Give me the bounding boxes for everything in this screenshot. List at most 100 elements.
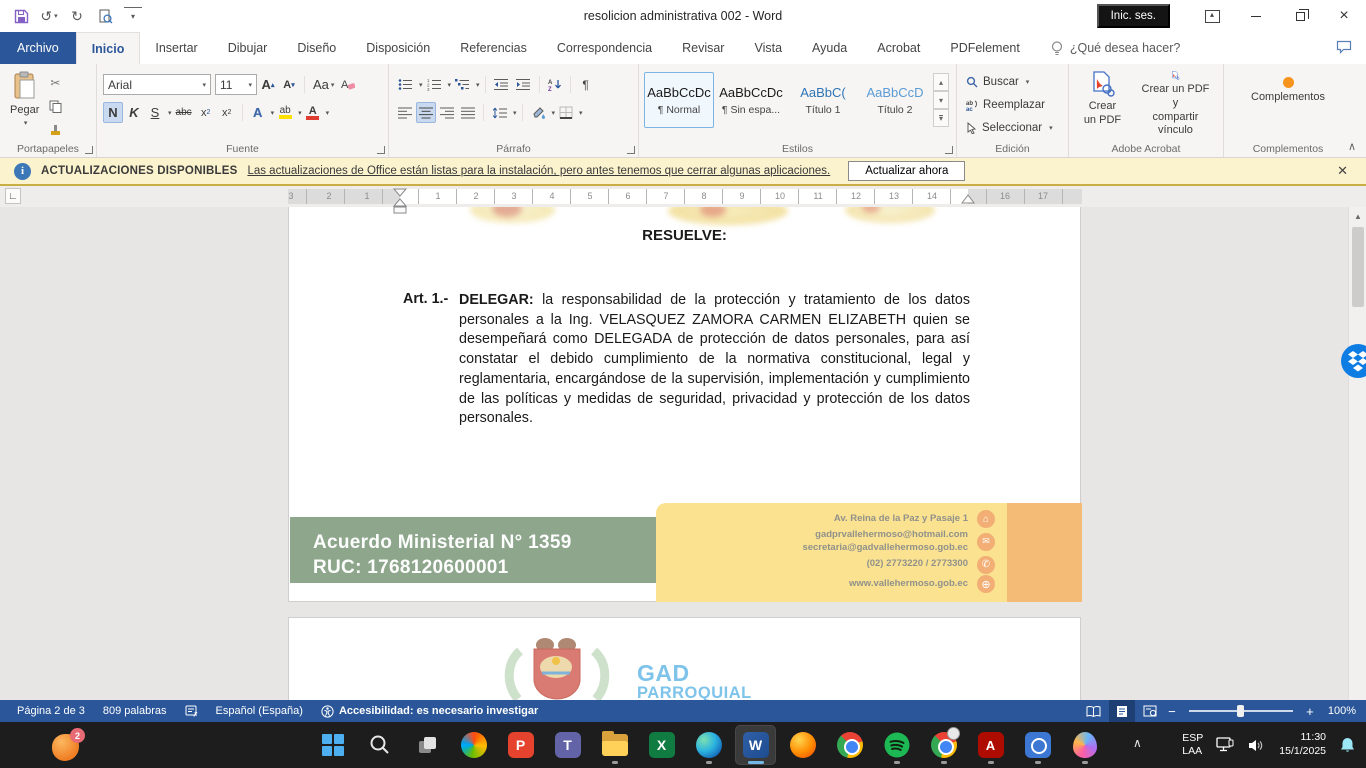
font-color-icon[interactable]: A	[303, 102, 323, 123]
create-pdf-button[interactable]: Crearun PDF	[1073, 68, 1132, 141]
web-layout-icon[interactable]	[1137, 700, 1163, 722]
font-size-combo[interactable]: 11▾	[215, 74, 257, 95]
underline-button[interactable]: S	[145, 102, 165, 123]
numbered-list-icon[interactable]: 123	[424, 74, 445, 95]
tab-correspondencia[interactable]: Correspondencia	[542, 32, 667, 64]
styles-scroll-down-icon[interactable]: ▾	[933, 91, 949, 109]
strikethrough-button[interactable]: abc	[173, 102, 195, 123]
ruler[interactable]: ∟ 321 1234567891011121314 1617	[0, 186, 1366, 207]
tab-ayuda[interactable]: Ayuda	[797, 32, 862, 64]
pdfelement-icon[interactable]: P	[500, 725, 541, 765]
undo-dropdown-icon[interactable]: ▾	[54, 12, 58, 20]
sign-in-button[interactable]: Inic. ses.	[1097, 4, 1170, 28]
increase-indent-icon[interactable]	[513, 74, 534, 95]
find-button[interactable]: Buscar▾	[963, 71, 1032, 92]
tab-insertar[interactable]: Insertar	[140, 32, 212, 64]
tab-disposición[interactable]: Disposición	[351, 32, 445, 64]
accessibility-status[interactable]: Accesibilidad: es necesario investigar	[312, 700, 547, 722]
language-indicator[interactable]: Español (España)	[207, 700, 312, 722]
customize-qat-icon[interactable]: ▾	[124, 7, 142, 25]
update-now-button[interactable]: Actualizar ahora	[848, 161, 965, 181]
tell-me-box[interactable]: ¿Qué desea hacer?	[1051, 32, 1181, 64]
styles-more-icon[interactable]: ▾	[933, 109, 949, 127]
highlight-dropdown-icon[interactable]: ▾	[298, 109, 302, 117]
minimize-button[interactable]	[1234, 0, 1278, 32]
start-button[interactable]	[312, 725, 353, 765]
tray-expand-icon[interactable]: ∧	[1133, 736, 1142, 750]
decrease-indent-icon[interactable]	[491, 74, 512, 95]
search-icon[interactable]	[359, 725, 400, 765]
language-tray-item[interactable]: ESP LAA	[1182, 732, 1203, 758]
close-button[interactable]: ×	[1322, 0, 1366, 32]
volume-icon[interactable]	[1248, 738, 1266, 753]
paste-dropdown-icon[interactable]: ▾	[24, 119, 28, 127]
clock[interactable]: 11:30 15/1/2025	[1279, 731, 1326, 758]
multilevel-list-icon[interactable]	[452, 74, 473, 95]
tab-pdfelement[interactable]: PDFelement	[935, 32, 1034, 64]
paste-button[interactable]: Pegar ▾	[4, 68, 45, 141]
acrobat-reader-icon[interactable]: A	[970, 725, 1011, 765]
borders-dropdown-icon[interactable]: ▾	[579, 109, 583, 117]
spotify-icon[interactable]	[876, 725, 917, 765]
tab-dibujar[interactable]: Dibujar	[213, 32, 283, 64]
notification-close-icon[interactable]: ✕	[1333, 163, 1352, 179]
tab-revisar[interactable]: Revisar	[667, 32, 739, 64]
paint-icon[interactable]	[1064, 725, 1105, 765]
notification-blob-icon[interactable]: 2	[48, 728, 88, 764]
document-area[interactable]: RESUELVE: Art. 1.- DELEGAR: la responsab…	[0, 207, 1366, 700]
highlight-color-icon[interactable]: ab	[275, 102, 295, 123]
print-preview-icon[interactable]	[96, 7, 114, 25]
italic-button[interactable]: K	[124, 102, 144, 123]
page-indicator[interactable]: Página 2 de 3	[8, 700, 94, 722]
format-painter-icon[interactable]	[45, 120, 65, 141]
tab-referencias[interactable]: Referencias	[445, 32, 542, 64]
zoom-in-icon[interactable]: +	[1303, 704, 1317, 719]
grow-font-icon[interactable]: A▴	[258, 74, 278, 95]
notification-link[interactable]: Las actualizaciones de Office están list…	[247, 165, 830, 177]
borders-icon[interactable]	[556, 102, 576, 123]
bold-button[interactable]: N	[103, 102, 123, 123]
font-color-dropdown-icon[interactable]: ▾	[326, 109, 330, 117]
edge-icon[interactable]	[688, 725, 729, 765]
style-normal[interactable]: AaBbCcDc ¶ Normal	[644, 72, 714, 128]
copilot-icon[interactable]	[453, 725, 494, 765]
zoom-slider[interactable]	[1189, 710, 1293, 712]
chrome-icon[interactable]	[829, 725, 870, 765]
tab-acrobat[interactable]: Acrobat	[862, 32, 935, 64]
collapse-ribbon-icon[interactable]: ∧	[1348, 140, 1356, 153]
sort-icon[interactable]: AZ	[545, 74, 565, 95]
bullet-list-icon[interactable]	[395, 74, 416, 95]
tab-archivo[interactable]: Archivo	[0, 32, 76, 64]
styles-dialog-launcher-icon[interactable]	[945, 146, 953, 154]
select-button[interactable]: Seleccionar▾	[963, 117, 1056, 138]
repeat-icon[interactable]: ↻	[68, 7, 86, 25]
excel-icon[interactable]: X	[641, 725, 682, 765]
justify-icon[interactable]	[458, 102, 478, 123]
pilcrow-icon[interactable]: ¶	[576, 74, 596, 95]
network-icon[interactable]	[1216, 737, 1235, 753]
save-icon[interactable]	[12, 7, 30, 25]
zoom-out-icon[interactable]: −	[1165, 704, 1179, 719]
feedback-icon[interactable]	[1336, 40, 1352, 59]
text-effects-dropdown-icon[interactable]: ▾	[271, 109, 275, 117]
right-indent-marker-icon[interactable]	[961, 194, 975, 205]
scroll-up-icon[interactable]: ▲	[1349, 207, 1366, 225]
underline-dropdown-icon[interactable]: ▾	[168, 109, 172, 117]
photos-icon[interactable]	[1017, 725, 1058, 765]
zoom-level[interactable]: 100%	[1319, 700, 1358, 722]
clipboard-dialog-launcher-icon[interactable]	[85, 146, 93, 154]
styles-scroll-up-icon[interactable]: ▴	[933, 73, 949, 91]
ribbon-display-options-icon[interactable]: ▴	[1190, 0, 1234, 32]
replace-button[interactable]: abac Reemplazar	[963, 94, 1048, 115]
tab-selector-icon[interactable]: ∟	[5, 188, 21, 204]
text-effects-icon[interactable]: A	[248, 102, 268, 123]
word-count[interactable]: 809 palabras	[94, 700, 176, 722]
align-left-icon[interactable]	[395, 102, 415, 123]
change-case-icon[interactable]: Aa▾	[310, 74, 337, 95]
subscript-button[interactable]: x2	[196, 102, 216, 123]
vertical-scrollbar[interactable]: ▲	[1348, 207, 1366, 700]
line-spacing-icon[interactable]	[489, 102, 510, 123]
style-no-spacing[interactable]: AaBbCcDc ¶ Sin espa...	[716, 72, 786, 128]
read-mode-icon[interactable]	[1081, 700, 1107, 722]
multilevel-dropdown-icon[interactable]: ▾	[476, 81, 480, 89]
